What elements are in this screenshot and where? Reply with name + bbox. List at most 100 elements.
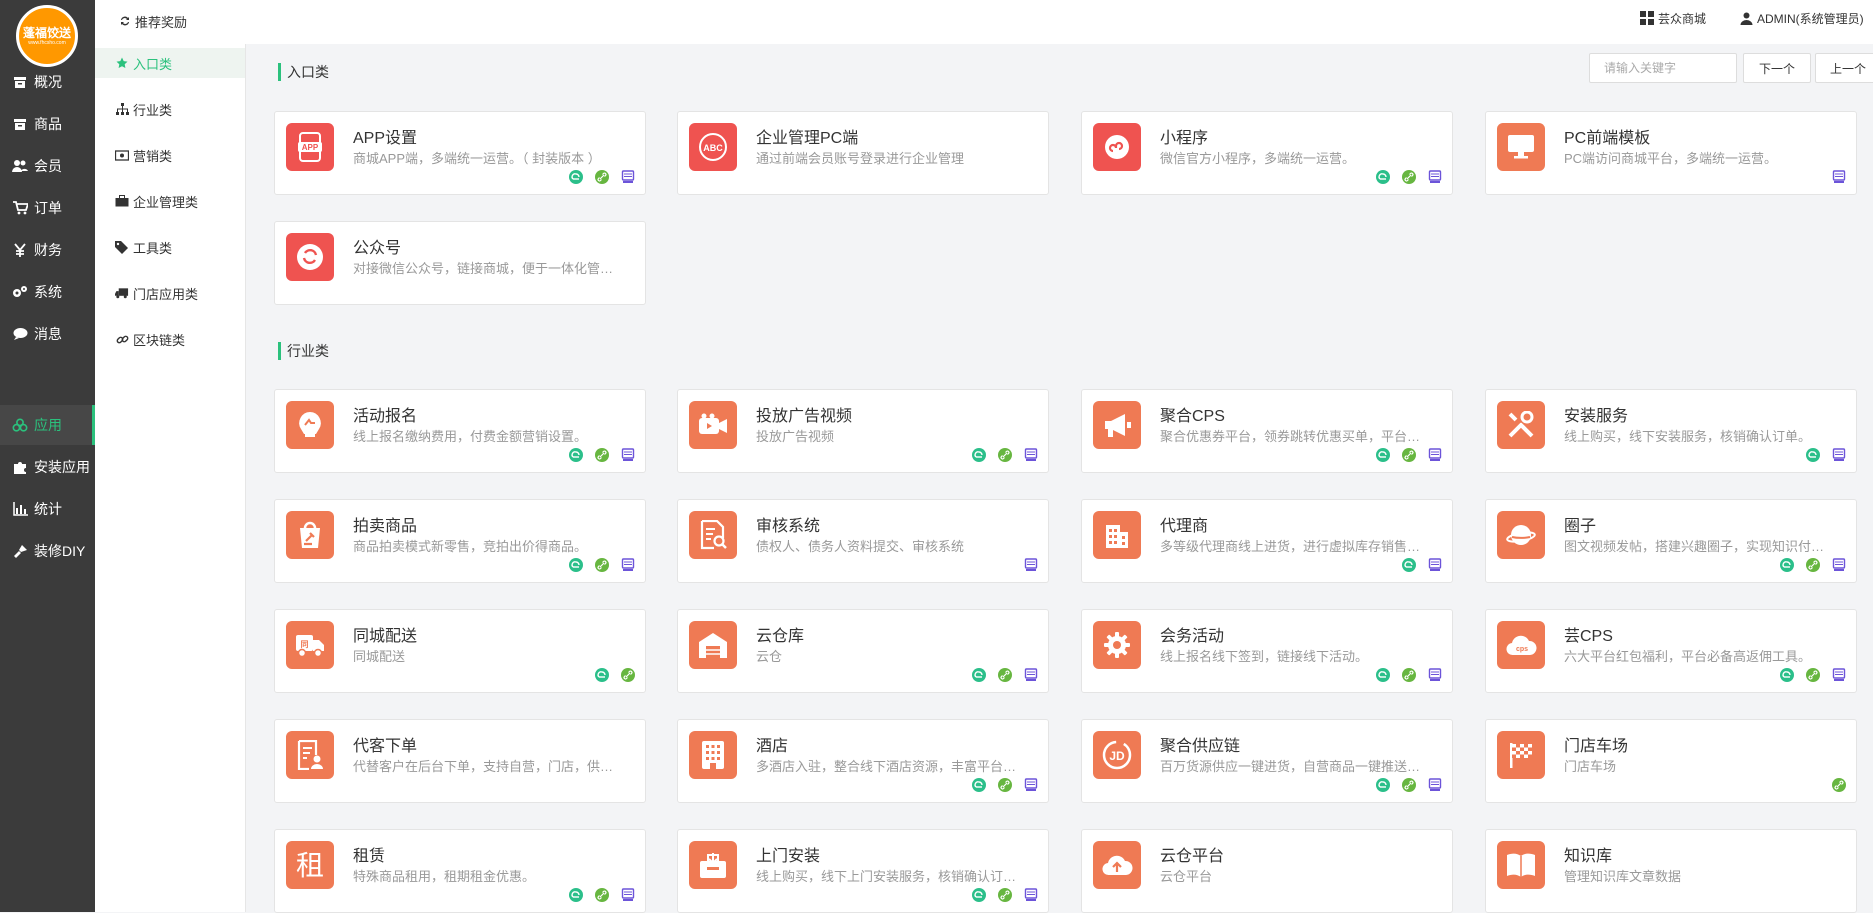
search-input[interactable] bbox=[1589, 53, 1737, 83]
pc-platform-icon bbox=[621, 448, 635, 462]
app-phone-icon: APP bbox=[286, 123, 334, 171]
recommend-reward-link[interactable]: 推荐奖励 bbox=[119, 10, 187, 32]
app-card[interactable]: 聚合CPS 聚合优惠券平台，领券跳转优惠买单，平台会员享受佣金返利。 bbox=[1081, 389, 1453, 473]
app-card[interactable]: 拍卖商品 商品拍卖模式新零售，竞拍出价得商品。 bbox=[274, 499, 646, 583]
platform-badges bbox=[1832, 170, 1846, 184]
app-card[interactable]: ABC 企业管理PC端通过前端会员账号登录进行企业管理 bbox=[677, 111, 1049, 195]
sidebar-item-8[interactable]: 安装应用 bbox=[0, 447, 95, 487]
sidebar-item-6[interactable]: 消息 bbox=[0, 314, 95, 354]
app-card[interactable]: 会务活动 线上报名线下签到，链接线下活动。 bbox=[1081, 609, 1453, 693]
subnav-item-6[interactable]: 区块链类 bbox=[95, 324, 245, 354]
card-description: 门店车场 bbox=[1564, 759, 1617, 774]
brand-logo[interactable]: 蓬福饺送 www.fhcsho.com bbox=[16, 5, 78, 67]
pc-platform-icon bbox=[621, 888, 635, 902]
sidebar-item-2[interactable]: 会员 bbox=[0, 146, 95, 186]
sidebar-item-label: 订单 bbox=[34, 200, 62, 216]
card-title: 云仓平台 bbox=[1160, 848, 1225, 865]
card-title: 代客下单 bbox=[353, 738, 418, 755]
subnav-item-5[interactable]: 门店应用类 bbox=[95, 278, 245, 308]
user-menu[interactable]: ADMIN(系统管理员) bbox=[1740, 8, 1864, 28]
subnav-item-3[interactable]: 企业管理类 bbox=[95, 186, 245, 216]
link-platform-icon bbox=[1806, 668, 1820, 682]
app-card[interactable]: 知识库 管理知识库文章数据 bbox=[1485, 829, 1857, 913]
app-card[interactable]: 活动报名 线上报名缴纳费用，付费金额营销设置。 bbox=[274, 389, 646, 473]
svg-text:同: 同 bbox=[301, 640, 309, 649]
platform-badges bbox=[1376, 170, 1442, 184]
app-card[interactable]: 安装服务 线上购买，线下安装服务，核销确认订单。 bbox=[1485, 389, 1857, 473]
app-card[interactable]: 酒店多酒店入驻，整合线下酒店资源，丰富平台服务类目。 bbox=[677, 719, 1049, 803]
card-description: 线上购买，线下上门安装服务，核销确认订单。 bbox=[756, 869, 1028, 884]
app-card[interactable]: JD 聚合供应链百万货源供应一键进货，自营商品一键推送云仓平台。 bbox=[1081, 719, 1453, 803]
app-card[interactable]: 公众号 对接微信公众号，链接商城，便于一体化管理会员。 bbox=[274, 221, 646, 305]
pc-platform-icon bbox=[1832, 668, 1846, 682]
logo-text: 蓬福饺送 bbox=[22, 25, 71, 40]
card-description: 通过前端会员账号登录进行企业管理 bbox=[756, 151, 965, 166]
app-card[interactable]: 云仓库 云仓 bbox=[677, 609, 1049, 693]
refresh-icon bbox=[119, 15, 131, 27]
miniprogram-platform-icon bbox=[1780, 668, 1794, 682]
subnav-item-4[interactable]: 工具类 bbox=[95, 232, 245, 262]
miniprogram-icon bbox=[1093, 123, 1141, 171]
link-platform-icon bbox=[621, 668, 635, 682]
miniprogram-platform-icon bbox=[972, 888, 986, 902]
sidebar-item-label: 应用 bbox=[34, 417, 62, 433]
subnav-item-2[interactable]: 营销类 bbox=[95, 140, 245, 170]
sidebar-item-1[interactable]: 商品 bbox=[0, 104, 95, 144]
next-button[interactable]: 下一个 bbox=[1743, 53, 1811, 83]
auction-icon bbox=[286, 511, 334, 559]
store-switch-link[interactable]: 芸众商城 bbox=[1640, 8, 1706, 28]
sidebar-item-9[interactable]: 统计 bbox=[0, 489, 95, 529]
sidebar-item-3[interactable]: 订单 bbox=[0, 188, 95, 228]
card-title: 企业管理PC端 bbox=[756, 130, 859, 147]
prev-button[interactable]: 上一个 bbox=[1815, 53, 1873, 83]
app-card[interactable]: 审核系统 债权人、债务人资料提交、审核系统 bbox=[677, 499, 1049, 583]
svg-text:ABC: ABC bbox=[703, 143, 723, 153]
card-description: 债权人、债务人资料提交、审核系统 bbox=[756, 539, 965, 554]
card-description: 云仓 bbox=[756, 649, 783, 664]
card-title: 公众号 bbox=[353, 240, 402, 257]
sidebar-item-4[interactable]: 财务 bbox=[0, 230, 95, 270]
card-title: 圈子 bbox=[1564, 518, 1597, 535]
app-card[interactable]: APP APP设置 商城APP端，多端统一运营。（ 封装版本 ） bbox=[274, 111, 646, 195]
card-title: 酒店 bbox=[756, 738, 789, 755]
platform-badges bbox=[972, 888, 1038, 902]
sidebar-item-7[interactable]: 应用 bbox=[0, 405, 95, 445]
miniprogram-platform-icon bbox=[1402, 558, 1416, 572]
flag-icon bbox=[1497, 731, 1545, 779]
pc-platform-icon bbox=[1832, 448, 1846, 462]
card-title: APP设置 bbox=[353, 130, 418, 147]
card-description: 线上报名缴纳费用，付费金额营销设置。 bbox=[353, 429, 588, 444]
pc-platform-icon bbox=[1428, 668, 1442, 682]
subnav-item-1[interactable]: 行业类 bbox=[95, 94, 245, 124]
app-card[interactable]: 同同城配送 同城配送 bbox=[274, 609, 646, 693]
card-title: PC前端模板 bbox=[1564, 130, 1651, 147]
miniprogram-platform-icon bbox=[569, 888, 583, 902]
app-card[interactable]: 投放广告视频 投放广告视频 bbox=[677, 389, 1049, 473]
app-card[interactable]: 上门安装 线上购买，线下上门安装服务，核销确认订单。 bbox=[677, 829, 1049, 913]
card-description: 微信官方小程序，多端统一运营。 bbox=[1160, 151, 1356, 166]
miniprogram-platform-icon bbox=[569, 170, 583, 184]
app-card[interactable]: 圈子 图文视频发帖，搭建兴趣圈子，实现知识付费。 bbox=[1485, 499, 1857, 583]
signup-icon bbox=[286, 401, 334, 449]
app-card[interactable]: 代客下单代替客户在后台下单，支持自营，门店，供应商商品下单。 bbox=[274, 719, 646, 803]
gears-icon bbox=[12, 284, 28, 300]
sidebar-item-5[interactable]: 系统 bbox=[0, 272, 95, 312]
app-card[interactable]: 云仓平台 云仓平台 bbox=[1081, 829, 1453, 913]
app-card[interactable]: cps 芸CPS 六大平台红包福利，平台必备高返佣工具。 bbox=[1485, 609, 1857, 693]
section-title: 行业类 bbox=[278, 342, 329, 360]
miniprogram-platform-icon bbox=[1376, 448, 1390, 462]
app-card[interactable]: 小程序 微信官方小程序，多端统一运营。 bbox=[1081, 111, 1453, 195]
link-platform-icon bbox=[998, 448, 1012, 462]
app-card[interactable]: 租 租赁 特殊商品租用，租期租金优惠。 bbox=[274, 829, 646, 913]
app-card[interactable]: 门店车场 门店车场 bbox=[1485, 719, 1857, 803]
subnav-item-0[interactable]: 入口类 bbox=[95, 48, 245, 78]
card-description: 投放广告视频 bbox=[756, 429, 835, 444]
wechat-icon bbox=[286, 233, 334, 281]
link-platform-icon bbox=[1402, 778, 1416, 792]
app-card[interactable]: 代理商多等级代理商线上进货，进行虚拟库存销售管理系统。 bbox=[1081, 499, 1453, 583]
video-icon bbox=[689, 401, 737, 449]
card-title: 同城配送 bbox=[353, 628, 418, 645]
app-card[interactable]: PC前端模板 PC端访问商城平台，多端统一运营。 bbox=[1485, 111, 1857, 195]
sidebar-item-0[interactable]: 概况 bbox=[0, 62, 95, 102]
sidebar-item-10[interactable]: 装修DIY bbox=[0, 531, 95, 571]
